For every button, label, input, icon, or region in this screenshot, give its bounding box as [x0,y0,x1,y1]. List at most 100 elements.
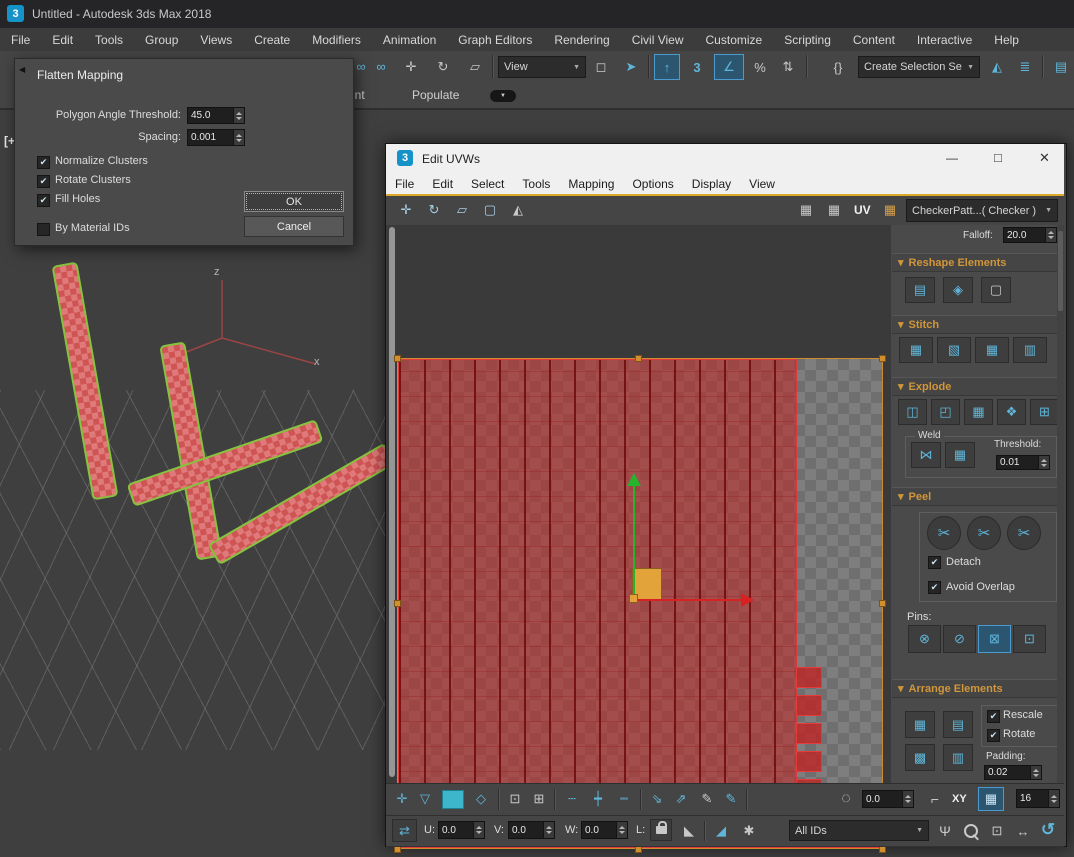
flatten-by-material-button[interactable]: ❖ [997,399,1026,425]
menu-animation[interactable]: Animation [372,28,447,51]
section-header-stitch[interactable]: ▾ Stitch [892,315,1063,334]
mirror-icon[interactable]: ◭ [984,54,1010,80]
uvw-menu-tools[interactable]: Tools [513,173,559,194]
menu-interactive[interactable]: Interactive [906,28,983,51]
pack-custom-button[interactable]: ▤ [943,711,973,738]
rotate-clusters-checkbox[interactable]: ✔ [37,175,50,188]
section-header-peel[interactable]: ▾ Peel [892,487,1063,506]
flatten-by-angle-button[interactable]: ◰ [931,399,960,425]
edge-ring-icon[interactable]: ┿ [586,788,610,810]
menu-content[interactable]: Content [842,28,906,51]
gizmo-x-arrow-icon[interactable] [741,593,754,607]
angle-snap-toggle-button[interactable]: ∠ [714,54,744,80]
soft-selection-falloff-icon[interactable]: ◌ [834,786,858,812]
uvw-menu-options[interactable]: Options [623,173,682,194]
lock-selection-button[interactable] [650,819,672,841]
menu-create[interactable]: Create [243,28,301,51]
peel-mode-button[interactable]: ✂ [967,516,1001,550]
selection-set-combo[interactable]: Create Selection Se▼ [858,56,980,78]
snaps-toggle-icon[interactable]: 3 [684,54,710,80]
gizmo-handle[interactable] [394,355,401,362]
u-field[interactable]: 0.0 [438,821,485,839]
uvw-menu-file[interactable]: File [386,173,423,194]
percent-snap-icon[interactable]: % [748,54,772,80]
weld-all-button[interactable]: ▦ [945,442,975,468]
gizmo-handle[interactable] [879,846,886,853]
falloff-space-label[interactable]: XY [952,793,967,805]
freeze-selection-icon[interactable]: ✱ [738,820,760,842]
cancel-button[interactable]: Cancel [244,216,344,237]
material-id-combo[interactable]: All IDs▼ [789,820,929,841]
pan-hand-icon[interactable]: Ψ [934,820,956,842]
flatten-by-smoothing-button[interactable]: ▦ [964,399,993,425]
checker-tiling-icon[interactable]: ▦ [822,198,846,222]
rotate-checkbox[interactable]: ✔ [987,729,1000,742]
uv-move-icon[interactable]: ✛ [394,198,418,222]
menu-tools[interactable]: Tools [84,28,134,51]
panel-scrollbar[interactable] [1057,225,1064,783]
spinner-snap-icon[interactable]: ⇅ [776,54,800,80]
uv-freeform-icon[interactable]: ▢ [478,198,502,222]
uvw-menu-edit[interactable]: Edit [423,173,462,194]
detach-checkbox[interactable]: ✔ [928,556,941,569]
gizmo-handle[interactable] [635,355,642,362]
texture-display-icon[interactable]: ▦ [878,198,902,222]
zoom-icon[interactable] [960,820,982,842]
absolute-offset-toggle[interactable]: ⇄ [392,819,417,842]
uv-canvas[interactable] [386,225,892,783]
w-field[interactable]: 0.0 [581,821,628,839]
paint-weights-icon[interactable]: ◣ [678,820,700,842]
select-and-manipulate-icon[interactable]: ➤ [618,54,644,80]
gizmo-x-axis[interactable] [635,599,741,601]
uv-rotate-icon[interactable]: ↻ [422,198,446,222]
menu-customize[interactable]: Customize [695,28,774,51]
pack-full-button[interactable]: ▩ [905,744,935,771]
uv-space-label[interactable]: UV [854,203,871,217]
polygon-selection-icon[interactable]: ▽ [414,788,436,810]
gizmo-origin-handle[interactable] [629,594,638,603]
paint-select-button[interactable] [442,790,464,809]
padding-field[interactable]: 0.02 [984,765,1042,780]
pack-normalize-button[interactable]: ▦ [905,711,935,738]
section-header-explode[interactable]: ▾ Explode [892,377,1063,396]
rescale-checkbox[interactable]: ✔ [987,710,1000,723]
gizmo-y-axis[interactable] [633,486,635,601]
menu-graph-editors[interactable]: Graph Editors [447,28,543,51]
brush-falloff-icon[interactable]: ◢ [710,820,732,842]
maximize-button[interactable]: □ [994,150,1002,165]
stitch-target-button[interactable]: ▥ [1013,337,1047,363]
rect-region-icon[interactable]: ⊡ [504,788,526,810]
soft-selection-value-field[interactable]: 0.0 [862,790,914,808]
menu-group[interactable]: Group [134,28,189,51]
paint-brush-icon[interactable]: ✎ [696,788,718,810]
menu-modifiers[interactable]: Modifiers [301,28,372,51]
menu-file[interactable]: File [0,28,41,51]
unpin-tool-button[interactable]: ⊘ [943,625,976,653]
texture-list-combo[interactable]: CheckerPatt...( Checker )▼ [906,199,1058,222]
show-map-icon[interactable]: ▦ [794,198,818,222]
relax-tool-button[interactable]: ▤ [905,277,935,303]
gizmo-handle[interactable] [879,600,886,607]
spacing-field[interactable]: 0.001 [187,129,245,146]
layer-manager-icon[interactable]: ▤ [1048,54,1074,80]
menu-views[interactable]: Views [189,28,243,51]
grid-snap-button[interactable]: ▦ [978,787,1004,811]
uv-mirror-icon[interactable]: ◭ [506,198,530,222]
menu-help[interactable]: Help [983,28,1030,51]
pin-tool-button[interactable]: ⊗ [908,625,941,653]
select-and-place-button[interactable]: ↑ [654,54,680,80]
ribbon-collapse-button[interactable]: ▼ [490,90,516,102]
flatten-custom-button[interactable]: ⊞ [1030,399,1059,425]
gizmo-handle[interactable] [394,846,401,853]
flatten-by-edge-button[interactable]: ◫ [898,399,927,425]
uv-scale-icon[interactable]: ▱ [450,198,474,222]
vertical-scrollbar[interactable] [389,227,395,777]
uvw-menu-select[interactable]: Select [462,173,513,194]
by-material-ids-checkbox[interactable] [37,223,50,236]
peel-reset-button[interactable]: ✂ [1007,516,1041,550]
normalize-clusters-checkbox[interactable]: ✔ [37,156,50,169]
uvw-menu-view[interactable]: View [740,173,784,194]
stitch-custom-button[interactable]: ▦ [899,337,933,363]
select-and-link-icon[interactable]: ∞ [352,57,370,75]
zoom-region-icon[interactable]: ⊡ [986,820,1008,842]
